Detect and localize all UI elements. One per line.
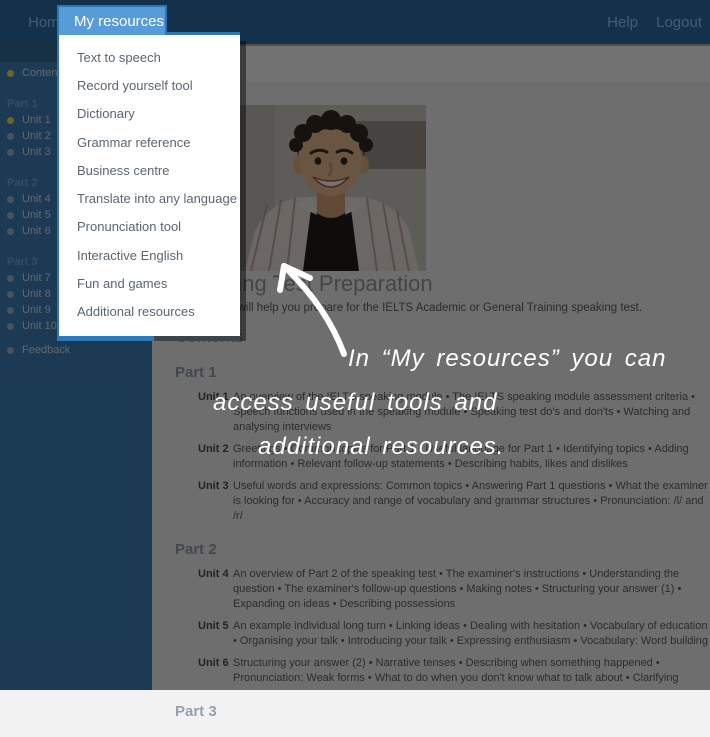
tutorial-text-line: additional resources. bbox=[258, 433, 504, 461]
tutorial-arrow-icon bbox=[272, 256, 356, 360]
my-resources-menu: Text to speechRecord yourself toolDictio… bbox=[57, 32, 240, 336]
menu-item-dictionary[interactable]: Dictionary bbox=[59, 100, 240, 128]
part-heading: Part 3 bbox=[175, 703, 710, 720]
menu-item-business-centre[interactable]: Business centre bbox=[59, 156, 240, 184]
menu-item-translate-into-any-language[interactable]: Translate into any language bbox=[59, 184, 240, 212]
menu-item-fun-and-games[interactable]: Fun and games bbox=[59, 269, 240, 297]
part-section-part-3: Part 3 bbox=[175, 703, 710, 720]
menu-item-additional-resources[interactable]: Additional resources bbox=[59, 298, 240, 326]
menu-item-record-yourself-tool[interactable]: Record yourself tool bbox=[59, 71, 240, 99]
menu-item-grammar-reference[interactable]: Grammar reference bbox=[59, 128, 240, 156]
menu-item-interactive-english[interactable]: Interactive English bbox=[59, 241, 240, 269]
tutorial-text-line: access useful tools and bbox=[213, 389, 497, 417]
menu-item-text-to-speech[interactable]: Text to speech bbox=[59, 43, 240, 71]
menu-item-pronunciation-tool[interactable]: Pronunciation tool bbox=[59, 213, 240, 241]
tutorial-text-line: In “My resources” you can bbox=[348, 345, 666, 373]
nav-my-resources-tab[interactable]: My resources bbox=[57, 5, 167, 35]
